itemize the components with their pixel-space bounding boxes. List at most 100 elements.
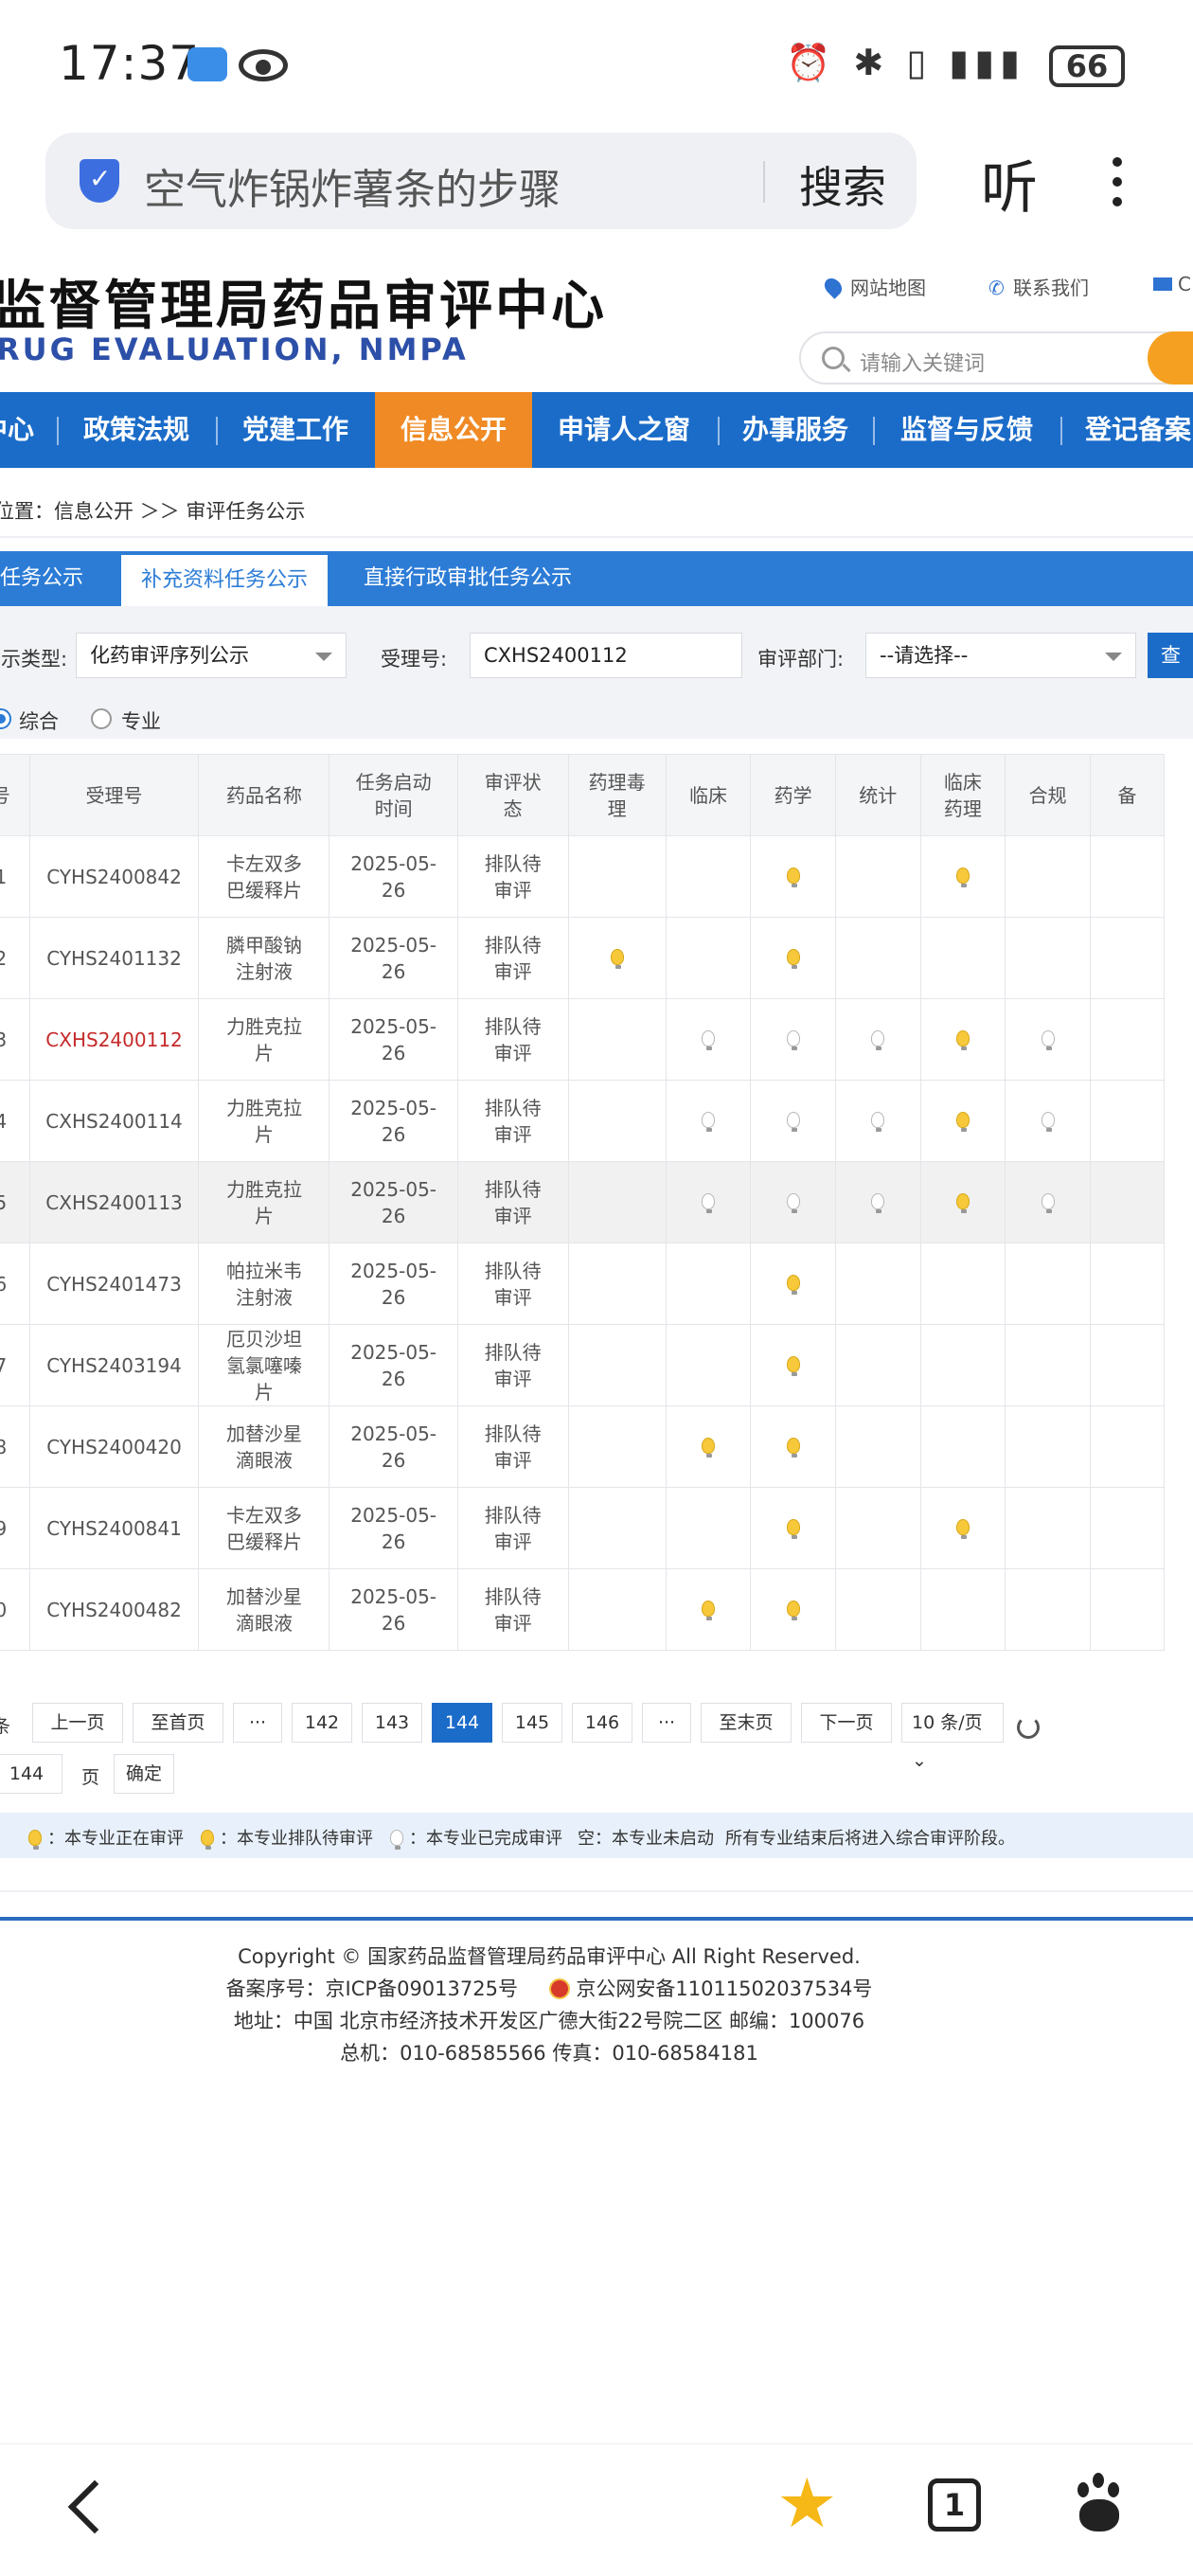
last-page-button[interactable]: 至末页 <box>701 1703 792 1743</box>
page-button[interactable]: 146 <box>572 1703 632 1743</box>
accept-no-input[interactable]: CXHS2400112 <box>470 633 742 678</box>
radio-major-label: 专业 <box>121 710 161 733</box>
radio-major[interactable] <box>91 708 112 729</box>
table-row[interactable]: 6 CYHS2401473 帕拉米韦 注射液 2025-05- 26 排队待 审评 <box>0 1243 1166 1325</box>
table-row[interactable]: 8 CYHS2400420 加替沙星 滴眼液 2025-05- 26 排队待 审评 <box>0 1405 1166 1488</box>
current-page-button[interactable]: 144 <box>432 1703 492 1743</box>
page-button[interactable]: 145 <box>502 1703 562 1743</box>
tabs-count-icon[interactable]: 1 <box>928 2478 981 2531</box>
table-row[interactable]: 7 CYHS2403194 厄贝沙坦 氢氯噻嗪 片 2025-05- 26 排队待 审评 <box>0 1324 1166 1406</box>
icp-text[interactable]: 备案序号：京ICP备09013725号 <box>226 1977 518 2000</box>
table-cell: 3 <box>0 998 30 1081</box>
table-row[interactable]: 2 CYHS2401132 膦甲酸钠 注射液 2025-05- 26 排队待 审评 <box>0 917 1166 999</box>
address-divider <box>763 161 765 203</box>
refresh-icon[interactable] <box>1017 1716 1040 1739</box>
tab-task-public[interactable]: 任务公示 <box>0 551 98 606</box>
nav-item-registration[interactable]: 登记备案 <box>1070 392 1193 468</box>
confirm-button[interactable]: 确定 <box>114 1754 174 1794</box>
remark-cell <box>1089 835 1166 918</box>
table-cell: 6 <box>0 1243 30 1325</box>
table-row[interactable]: 1 CYHS2400842 卡左双多 巴缓释片 2025-05- 26 排队待 审评 <box>0 835 1166 918</box>
table-cell: 5 <box>0 1161 30 1243</box>
nav-item-services[interactable]: 办事服务 <box>727 392 864 468</box>
table-cell: 排队待 审评 <box>456 1161 569 1243</box>
status-cell <box>665 998 752 1081</box>
column-header: 号 <box>0 754 30 836</box>
first-page-button[interactable]: 至首页 <box>133 1703 223 1743</box>
sitemap-link[interactable]: 网站地图 <box>821 273 926 300</box>
next-page-button[interactable]: 下一页 <box>801 1703 892 1743</box>
table-cell: 加替沙星 滴眼液 <box>198 1405 330 1488</box>
status-cell <box>665 1324 752 1406</box>
nav-item-center[interactable]: 中心 <box>0 392 34 468</box>
bulb-outline-icon <box>702 1192 715 1213</box>
prev-page-button[interactable]: 上一页 <box>32 1703 123 1743</box>
status-cell <box>1005 1405 1091 1488</box>
nav-item-info-public[interactable]: 信息公开 <box>375 392 532 468</box>
table-cell: 2025-05- 26 <box>329 1487 458 1569</box>
table-row[interactable]: 3 CXHS2400112 力胜克拉 片 2025-05- 26 排队待 审评 <box>0 998 1166 1081</box>
site-search-button[interactable] <box>1148 331 1193 385</box>
goto-page-suffix: 页 <box>81 1767 100 1788</box>
column-header: 临床 <box>665 754 752 836</box>
table-cell: 排队待 审评 <box>456 835 569 918</box>
page-button[interactable]: 142 <box>292 1703 352 1743</box>
mail-icon <box>1153 277 1172 291</box>
address-text[interactable]: 空气炸锅炸薯条的步骤 <box>144 155 561 216</box>
column-header: 统计 <box>834 754 921 836</box>
search-button[interactable]: 搜索 <box>799 153 886 216</box>
bulb-icon <box>955 1111 970 1132</box>
nav-item-applicant[interactable]: 申请人之窗 <box>540 392 708 468</box>
goto-page-input[interactable]: 144 <box>0 1754 62 1794</box>
bulb-icon <box>955 1518 970 1539</box>
main-nav: 中心 政策法规 党建工作 信息公开 申请人之窗 办事服务 监督与反馈 登记备案 <box>0 392 1193 468</box>
bulb-outline-icon <box>786 1029 800 1050</box>
tab-direct-approval[interactable]: 直接行政审批任务公示 <box>350 551 585 606</box>
table-cell: CXHS2400114 <box>28 1080 200 1162</box>
police-text[interactable]: 京公网安备11011502037534号 <box>576 1977 872 2000</box>
bulb-outline-icon <box>1041 1192 1055 1213</box>
status-cell <box>1005 1487 1091 1569</box>
mail-link[interactable]: C <box>1153 273 1191 295</box>
table-row[interactable]: 4 CXHS2400114 力胜克拉 片 2025-05- 26 排队待 审评 <box>0 1080 1166 1162</box>
radio-all[interactable] <box>0 708 11 729</box>
dept-select[interactable]: --请选择-- <box>865 633 1136 678</box>
bulb-icon <box>786 1355 800 1376</box>
baidu-paw-icon[interactable] <box>1070 2473 1129 2535</box>
nav-item-feedback[interactable]: 监督与反馈 <box>882 392 1051 468</box>
bulb-outline-icon <box>702 1111 715 1132</box>
address-bar[interactable]: 空气炸锅炸薯条的步骤 搜索 <box>45 133 917 229</box>
more-menu-icon[interactable] <box>1108 152 1127 218</box>
nav-item-policy[interactable]: 政策法规 <box>66 392 206 468</box>
status-cell <box>567 998 667 1081</box>
page-button[interactable]: 143 <box>362 1703 422 1743</box>
contact-link[interactable]: ✆ 联系我们 <box>988 273 1089 300</box>
query-button[interactable]: 查 <box>1148 633 1193 678</box>
status-cell <box>567 917 667 999</box>
type-select[interactable]: 化药审评序列公示 <box>76 633 347 678</box>
site-search-input[interactable]: 请输入关键词 <box>799 331 1193 385</box>
star-icon[interactable]: ★ <box>776 2469 838 2537</box>
bulb-outline-icon <box>1041 1029 1055 1050</box>
back-icon[interactable] <box>67 2479 122 2534</box>
table-cell: 排队待 审评 <box>456 998 569 1081</box>
dept-label: 审评部门: <box>757 648 845 671</box>
status-cell <box>750 1324 836 1406</box>
nav-divider <box>57 417 59 445</box>
table-row[interactable]: 5 CXHS2400113 力胜克拉 片 2025-05- 26 排队待 审评 <box>0 1161 1166 1243</box>
table-row[interactable]: 0 CYHS2400482 加替沙星 滴眼液 2025-05- 26 排队待 审评 <box>0 1568 1166 1651</box>
pager-ellipsis[interactable]: ··· <box>233 1703 282 1743</box>
nav-item-party[interactable]: 党建工作 <box>225 392 365 468</box>
table-row[interactable]: 9 CYHS2400841 卡左双多 巴缓释片 2025-05- 26 排队待 审评 <box>0 1487 1166 1569</box>
status-cell <box>919 1568 1006 1651</box>
table-cell: 卡左双多 巴缓释片 <box>198 1487 330 1569</box>
site-subtitle: RUG EVALUATION, NMPA <box>0 331 469 367</box>
table-cell: 2025-05- 26 <box>329 917 458 999</box>
per-page-select[interactable]: 10 条/页 ⌄ <box>901 1703 1004 1771</box>
pager-ellipsis[interactable]: ··· <box>642 1703 691 1743</box>
listen-button[interactable]: 听 <box>981 142 1038 224</box>
tab-supplement-task[interactable]: 补充资料任务公示 <box>121 555 328 606</box>
remark-cell <box>1089 1568 1166 1651</box>
remark-cell <box>1089 1080 1166 1162</box>
column-header: 审评状 态 <box>456 754 569 836</box>
